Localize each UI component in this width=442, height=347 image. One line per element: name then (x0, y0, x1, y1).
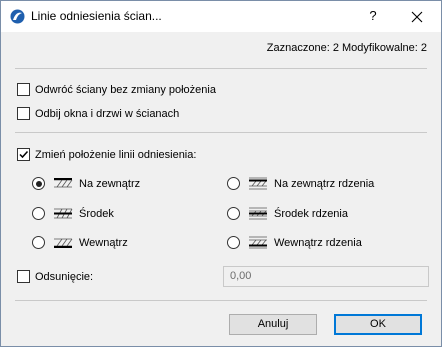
radio-center-label: Środek (79, 207, 114, 220)
radio-outside-label: Na zewnątrz (79, 177, 141, 190)
radio-button[interactable] (227, 236, 240, 249)
window-title: Linie odniesienia ścian... (31, 9, 162, 23)
wall-outside-core-icon (249, 177, 267, 190)
title-bar[interactable]: Linie odniesienia ścian... ? (1, 1, 441, 32)
divider (15, 132, 427, 133)
radio-button[interactable] (32, 236, 45, 249)
radio-inside[interactable]: Wewnątrz (32, 236, 128, 249)
checkbox-box[interactable] (17, 83, 30, 96)
radio-center-core[interactable]: Środek rdzenia (227, 207, 348, 220)
radio-button[interactable] (32, 177, 45, 190)
offset-label: Odsunięcie: (35, 270, 94, 283)
close-icon (411, 11, 423, 23)
divider (15, 300, 427, 301)
change-reference-checkbox[interactable]: Zmień położenie linii odniesienia: (17, 148, 196, 161)
offset-checkbox[interactable]: Odsunięcie: (17, 270, 93, 283)
radio-button[interactable] (32, 207, 45, 220)
radio-inside-core-label: Wewnątrz rdzenia (274, 236, 362, 249)
radio-center-core-label: Środek rdzenia (274, 207, 348, 220)
dialog-window: Linie odniesienia ścian... ? Zaznaczone:… (0, 0, 442, 347)
app-icon (10, 9, 25, 24)
radio-center[interactable]: Środek (32, 207, 114, 220)
divider (15, 68, 427, 69)
radio-button[interactable] (227, 177, 240, 190)
radio-inside-core[interactable]: Wewnątrz rdzenia (227, 236, 362, 249)
flip-walls-checkbox[interactable]: Odwróć ściany bez zmiany położenia (17, 83, 216, 96)
wall-inside-icon (54, 238, 73, 248)
wall-center-icon (54, 208, 73, 219)
wall-center-core-icon (249, 207, 267, 220)
radio-outside[interactable]: Na zewnątrz (32, 177, 140, 190)
change-reference-label: Zmień położenie linii odniesienia: (35, 148, 197, 161)
wall-outside-icon (54, 178, 73, 188)
offset-input[interactable]: 0,00 (223, 266, 429, 287)
selection-summary: Zaznaczone: 2 Modyfikowalne: 2 (266, 42, 427, 54)
flip-walls-label: Odwróć ściany bez zmiany położenia (35, 83, 216, 96)
dialog-content: Zaznaczone: 2 Modyfikowalne: 2 Odwróć śc… (1, 32, 441, 346)
ok-button[interactable]: OK (334, 314, 422, 335)
cancel-button[interactable]: Anuluj (229, 314, 317, 335)
mirror-openings-checkbox[interactable]: Odbij okna i drzwi w ścianach (17, 107, 179, 120)
radio-outside-core-label: Na zewnątrz rdzenia (274, 177, 375, 190)
radio-inside-label: Wewnątrz (79, 236, 128, 249)
radio-outside-core[interactable]: Na zewnątrz rdzenia (227, 177, 374, 190)
checkbox-box[interactable] (17, 107, 30, 120)
checkbox-box[interactable] (17, 270, 30, 283)
wall-inside-core-icon (249, 236, 267, 249)
checkbox-box[interactable] (17, 148, 30, 161)
radio-button[interactable] (227, 207, 240, 220)
checkmark-icon (19, 150, 29, 159)
close-button[interactable] (397, 4, 437, 30)
help-button[interactable]: ? (356, 4, 390, 30)
mirror-openings-label: Odbij okna i drzwi w ścianach (35, 107, 180, 120)
